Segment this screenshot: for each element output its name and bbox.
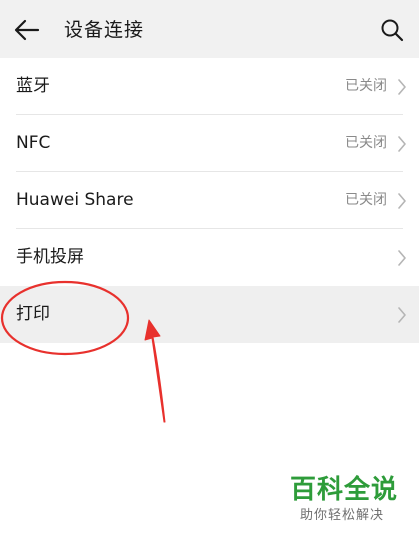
list-item-label: NFC (16, 133, 51, 153)
search-icon (381, 19, 404, 42)
watermark-subtitle: 助你轻松解决 (300, 508, 385, 523)
list-item-label: 蓝牙 (16, 76, 50, 96)
top-bar: 设备连接 (0, 0, 419, 58)
chevron-right-icon (398, 136, 406, 152)
search-button[interactable] (377, 15, 407, 45)
list-item-huawei-share[interactable]: Huawei Share 已关闭 (0, 172, 419, 229)
list-item-label: 打印 (16, 304, 50, 324)
chevron-right-icon (398, 79, 406, 95)
chevron-right-icon (398, 307, 406, 323)
back-button[interactable] (12, 15, 42, 45)
arrow-left-icon (14, 19, 40, 41)
chevron-right-icon (398, 193, 406, 209)
settings-list: 蓝牙 已关闭 NFC 已关闭 Huawei Share 已关闭 手机投屏 打印 (0, 58, 419, 343)
page-title: 设备连接 (64, 19, 145, 41)
list-item-bluetooth[interactable]: 蓝牙 已关闭 (0, 58, 419, 115)
status-text: 已关闭 (345, 192, 387, 208)
list-item-label: Huawei Share (16, 190, 134, 210)
list-item-screen-projection[interactable]: 手机投屏 (0, 229, 419, 286)
list-item-nfc[interactable]: NFC 已关闭 (0, 115, 419, 172)
list-item-print[interactable]: 打印 (0, 286, 419, 343)
watermark: 百科全说 助你轻松解决 (290, 474, 410, 524)
status-text: 已关闭 (345, 135, 387, 151)
status-text: 已关闭 (345, 78, 387, 94)
chevron-right-icon (398, 250, 406, 266)
watermark-title: 百科全说 (290, 475, 399, 505)
list-item-label: 手机投屏 (16, 247, 84, 267)
